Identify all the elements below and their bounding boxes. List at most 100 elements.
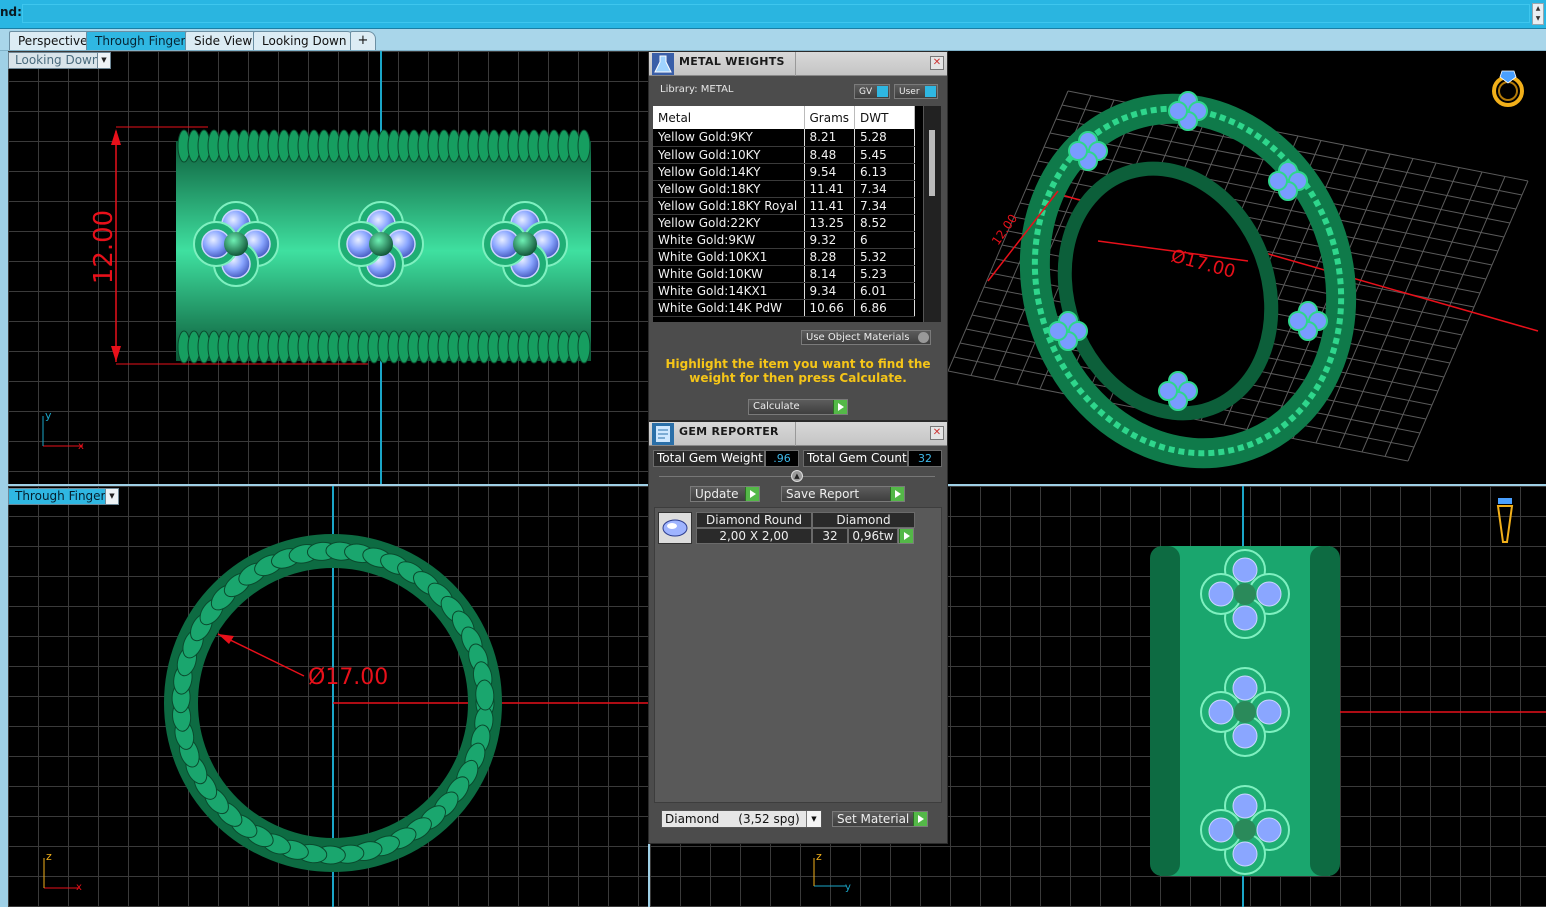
set-material-button[interactable]: Set Material [832, 811, 928, 827]
play-icon [833, 400, 847, 414]
total-gem-count-label: Total Gem Count [803, 450, 908, 467]
gem-list [654, 507, 942, 803]
save-report-button[interactable]: Save Report [781, 486, 905, 502]
grams-cell: 11.41 [804, 180, 856, 198]
command-label: nd: [0, 5, 22, 19]
ring-icon [1492, 70, 1524, 107]
viewport-through-finger[interactable]: Ø17.00 x z Through Finger ▼ [8, 486, 648, 907]
instruction-text: Highlight the item you want to find the … [665, 357, 931, 385]
add-tab-button[interactable]: + [350, 31, 376, 50]
metal-table-scrollbar[interactable] [923, 106, 941, 322]
ring-perspective-view: Ø17.00 12.00 [948, 70, 1539, 469]
use-object-materials-toggle[interactable]: Use Object Materials [801, 330, 931, 345]
axis-x-label: x [78, 441, 84, 452]
gem-material: Diamond [812, 512, 915, 528]
calculate-button[interactable]: Calculate [748, 399, 848, 415]
grams-cell: 8.21 [804, 129, 856, 147]
collapse-icon[interactable]: ▲ [791, 470, 803, 482]
chevron-down-icon[interactable]: ▼ [806, 811, 821, 827]
table-row[interactable]: White Gold:14K PdW 10.66 6.86 [653, 299, 916, 317]
command-input[interactable] [22, 4, 1530, 23]
table-row[interactable]: White Gold:14KX1 9.34 6.01 [653, 282, 916, 300]
tab-perspective[interactable]: Perspective [9, 31, 97, 50]
table-row[interactable]: Yellow Gold:18KY Royal 11.41 7.34 [653, 197, 916, 215]
report-icon [652, 423, 674, 445]
update-button[interactable]: Update [690, 486, 760, 502]
flask-icon [652, 53, 674, 75]
dwt-cell: 7.34 [854, 197, 916, 215]
dwt-cell: 5.23 [854, 265, 916, 283]
height-dimension: 12.00 [89, 210, 119, 284]
table-header: Metal Grams DWT [653, 106, 916, 129]
grams-cell: 8.28 [804, 248, 856, 266]
column-grams[interactable]: Grams [804, 106, 856, 129]
material-select[interactable]: Diamond (3,52 spg) ▼ [661, 810, 822, 828]
table-row[interactable]: Yellow Gold:9KY 8.21 5.28 [653, 129, 916, 147]
table-row[interactable]: Yellow Gold:14KY 9.54 6.13 [653, 163, 916, 181]
width-dimension: 12.00 [989, 212, 1020, 248]
tab-looking-down[interactable]: Looking Down [253, 31, 356, 50]
dwt-cell: 6 [854, 231, 916, 249]
gem-shape: Diamond Round [696, 512, 812, 528]
close-icon[interactable]: ✕ [930, 56, 944, 70]
grams-cell: 9.54 [804, 163, 856, 181]
gem-reporter-titlebar[interactable]: GEM REPORTER ✕ [649, 422, 947, 446]
play-icon [890, 487, 904, 501]
metal-cell: Yellow Gold:9KY [653, 129, 805, 147]
table-row[interactable]: White Gold:10KX1 8.28 5.32 [653, 248, 916, 266]
axis-y-label: y [45, 409, 52, 422]
user-toggle[interactable]: User [894, 84, 938, 99]
dwt-cell: 6.13 [854, 163, 916, 181]
metal-cell: Yellow Gold:18KY [653, 180, 805, 198]
tab-side-view[interactable]: Side View [185, 31, 262, 50]
axis-x-label: x [76, 882, 82, 893]
tab-through-finger[interactable]: Through Finger [86, 31, 195, 50]
chevron-down-icon[interactable]: ▼ [97, 53, 110, 68]
grams-cell: 8.48 [804, 146, 856, 164]
metal-cell: White Gold:14KX1 [653, 282, 805, 300]
gem-thumbnail [658, 512, 692, 544]
dwt-cell: 6.86 [854, 299, 916, 317]
total-gem-count-value: 32 [908, 450, 942, 467]
table-row[interactable]: White Gold:9KW 9.32 6 [653, 231, 916, 249]
dwt-cell: 5.28 [854, 129, 916, 147]
table-row[interactable]: Yellow Gold:10KY 8.48 5.45 [653, 146, 916, 164]
column-metal[interactable]: Metal [653, 106, 805, 129]
grams-cell: 11.41 [804, 197, 856, 215]
close-icon[interactable]: ✕ [930, 426, 944, 440]
metal-cell: Yellow Gold:10KY [653, 146, 805, 164]
ring-top-view: 12.00 x y [42, 51, 591, 484]
dwt-cell: 5.32 [854, 248, 916, 266]
viewport-perspective[interactable]: Ø17.00 12.00 [948, 51, 1546, 484]
command-scrollbar[interactable]: ▲ ▼ [1532, 3, 1544, 25]
dwt-cell: 6.01 [854, 282, 916, 300]
column-dwt[interactable]: DWT [854, 106, 916, 129]
viewport-label-through-finger[interactable]: Through Finger ▼ [8, 488, 119, 505]
pen-icon [1496, 498, 1514, 543]
dwt-cell: 5.45 [854, 146, 916, 164]
grams-cell: 9.32 [804, 231, 856, 249]
grams-cell: 8.14 [804, 265, 856, 283]
metal-cell: Yellow Gold:18KY Royal [653, 197, 805, 215]
viewport-looking-down[interactable]: 12.00 x y Looking Down ▼ [8, 51, 648, 484]
total-gem-weight-label: Total Gem Weight [653, 450, 765, 467]
metal-weights-title: METAL WEIGHTS [679, 55, 785, 68]
metal-cell: White Gold:10KW [653, 265, 805, 283]
gem-select-button[interactable] [898, 528, 914, 544]
grams-cell: 10.66 [804, 299, 856, 317]
metal-table: Metal Grams DWT Yellow Gold:9KY 8.21 5.28 Y… [653, 106, 916, 317]
grams-cell: 9.34 [804, 282, 856, 300]
metal-cell: White Gold:14K PdW [653, 299, 805, 317]
dwt-cell: 7.34 [854, 180, 916, 198]
play-icon [745, 487, 759, 501]
chevron-down-icon[interactable]: ▼ [105, 489, 118, 504]
table-row[interactable]: White Gold:10KW 8.14 5.23 [653, 265, 916, 283]
viewport-label-looking-down[interactable]: Looking Down ▼ [8, 52, 111, 69]
gv-toggle[interactable]: GV [854, 84, 890, 99]
play-icon [913, 812, 927, 826]
grams-cell: 13.25 [804, 214, 856, 232]
table-row[interactable]: Yellow Gold:22KY 13.25 8.52 [653, 214, 916, 232]
metal-weights-titlebar[interactable]: METAL WEIGHTS ✕ [649, 52, 947, 76]
table-row[interactable]: Yellow Gold:18KY 11.41 7.34 [653, 180, 916, 198]
library-label: Library: METAL [660, 84, 734, 95]
